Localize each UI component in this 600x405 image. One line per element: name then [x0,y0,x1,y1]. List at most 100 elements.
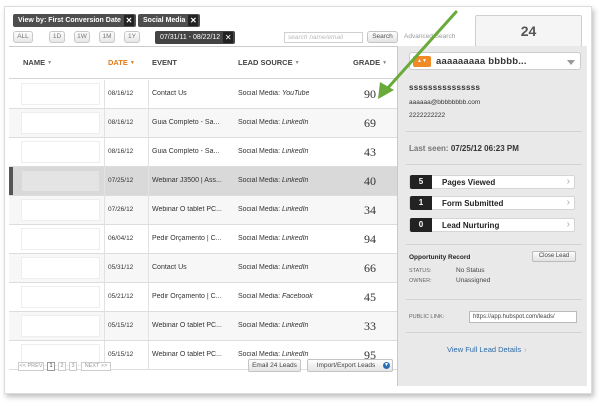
lead-name-cell[interactable] [21,170,100,192]
column-header-lead-source-label: LEAD SOURCE [238,58,293,67]
activity-pages-viewed[interactable]: 5 Pages Viewed › [409,175,575,189]
lead-event: Webinar O tablet PC... [152,322,222,329]
filter-chip-view-by-label: View by: First Conversion Date [18,17,121,24]
column-header-grade-label: GRADE [353,58,381,67]
pager-page-1[interactable]: 1 [47,362,55,371]
column-header-name-label: NAME [23,58,46,67]
column-header-event[interactable]: EVENT [152,58,177,67]
range-1y-button[interactable]: 1Y [124,31,140,43]
column-header-date-label: DATE [108,58,128,67]
close-icon[interactable]: ✕ [223,32,234,43]
search-button[interactable]: Search [367,31,398,43]
lead-source-prefix: Social Media: [238,293,282,300]
advanced-search-link[interactable]: Advanced Search [404,33,455,40]
activity-lead-nurturing[interactable]: 0 Lead Nurturing › [409,218,575,232]
table-header: NAME ▼ DATE ▼ EVENT LEAD SOURCE ▼ GRADE ▼ [9,47,397,79]
column-divider [148,254,149,282]
column-divider [148,312,149,340]
email-leads-button[interactable]: Email 24 Leads [248,359,301,372]
lead-date: 07/25/12 [108,177,134,184]
filter-chip-source[interactable]: Social Media ✕ [138,14,201,27]
lead-grade: 66 [364,261,376,275]
import-export-button[interactable]: Import/Export Leads ▼ [307,359,393,372]
lead-email: aaaaaa@bbbbbbbb.com [409,99,481,106]
pager-page-3[interactable]: 3 [69,362,77,371]
lead-date: 07/26/12 [108,206,134,213]
column-header-lead-source[interactable]: LEAD SOURCE ▼ [238,58,300,67]
lead-name-cell[interactable] [21,141,100,163]
last-seen-value: 07/25/12 06:23 PM [450,144,519,153]
lead-name-cell[interactable] [21,228,100,250]
lead-phone: 2222222222 [409,112,446,119]
lead-name-cell[interactable] [21,286,100,308]
table-row[interactable]: 06/04/12 Pedir Orçamento | C... Social M… [9,225,397,254]
table-body: 08/16/12 Contact Us Social Media: YouTub… [9,80,397,370]
divider [406,244,582,245]
lead-source-network: LinkedIn [281,264,309,271]
activity-count: 0 [410,218,432,232]
lead-name-cell[interactable] [21,199,100,221]
lead-event: Webinar O tablet PC... [152,206,222,213]
divider [406,332,582,333]
column-header-name[interactable]: NAME ▼ [23,58,52,67]
pager-prev-button[interactable]: << PREV [18,362,44,371]
lead-event: Guia Completo - Sa... [152,148,220,155]
close-icon[interactable]: ✕ [123,15,134,26]
column-header-date[interactable]: DATE ▼ [108,58,135,67]
table-row[interactable]: 05/31/12 Contact Us Social Media: Linked… [9,254,397,283]
table-row[interactable]: 05/21/12 Pedir Orçamento | C... Social M… [9,283,397,312]
lead-name-cell[interactable] [21,257,100,279]
lead-source-network: LinkedIn [281,322,309,329]
sort-arrow-icon: ▼ [47,60,53,66]
lead-source-network: LinkedIn [281,235,309,242]
filter-chip-view-by[interactable]: View by: First Conversion Date ✕ [13,14,136,27]
table-row[interactable]: 07/26/12 Webinar O tablet PC... Social M… [9,196,397,225]
view-full-lead-details-label: View Full Lead Details [447,345,522,354]
lead-name-cell[interactable] [21,315,100,337]
table-row[interactable]: 05/15/12 Webinar O tablet PC... Social M… [9,312,397,341]
pager-next-button[interactable]: NEXT >> [81,362,111,371]
table-row[interactable]: 08/16/12 Guia Completo - Sa... Social Me… [9,109,397,138]
pager-page-2[interactable]: 2 [58,362,66,371]
activity-label: Pages Viewed [442,178,496,187]
lead-event: Webinar O tablet PC... [152,351,222,358]
search-input[interactable]: search name/email [284,32,363,43]
lead-grade: 33 [364,319,376,333]
lead-source: Social Media: LinkedIn [238,322,308,329]
lead-date: 05/21/12 [108,293,134,300]
column-divider [148,167,149,195]
date-range-chip[interactable]: 07/31/11 - 08/22/12 ✕ [155,31,236,44]
column-divider [148,341,149,369]
close-lead-button[interactable]: Close Lead [532,251,576,262]
lead-event: Guia Completo - Sa... [152,119,220,126]
sort-arrow-icon: ▼ [129,60,135,66]
lead-source-prefix: Social Media: [238,235,282,242]
opportunity-record-title: Opportunity Record [409,254,471,261]
lead-name-cell[interactable] [21,112,100,134]
lead-name: aaaaaaaaa bbbbb... [436,56,527,67]
public-link-field[interactable]: https://app.hubspot.com/leads/ [469,311,577,323]
chevron-right-icon: › [566,219,570,230]
table-row-selected[interactable]: 07/25/12 Webinar J3500 | Ass... Social M… [9,167,397,196]
column-divider [104,109,105,137]
range-1m-button[interactable]: 1M [99,31,115,43]
column-divider [148,196,149,224]
lead-name-dropdown[interactable]: ▲▼ aaaaaaaaa bbbbb... [409,52,581,70]
divider [406,131,582,132]
sort-arrow-icon: ▼ [294,60,300,66]
lead-source-prefix: Social Media: [238,148,282,155]
column-header-grade[interactable]: GRADE ▼ [353,58,387,67]
close-icon[interactable]: ✕ [188,15,199,26]
column-header-event-label: EVENT [152,58,178,67]
activity-count: 1 [410,196,432,210]
range-1d-button[interactable]: 1D [49,31,65,43]
column-divider [148,109,149,137]
table-row[interactable]: 08/16/12 Guia Completo - Sa... Social Me… [9,138,397,167]
range-1w-button[interactable]: 1W [74,31,90,43]
range-all-button[interactable]: ALL [13,31,33,43]
activity-form-submitted[interactable]: 1 Form Submitted › [409,196,575,210]
lead-name-cell[interactable] [21,83,100,105]
lead-source-prefix: Social Media: [238,119,282,126]
table-row[interactable]: 08/16/12 Contact Us Social Media: YouTub… [9,80,397,109]
view-full-lead-details-link[interactable]: View Full Lead Details › [447,345,527,354]
